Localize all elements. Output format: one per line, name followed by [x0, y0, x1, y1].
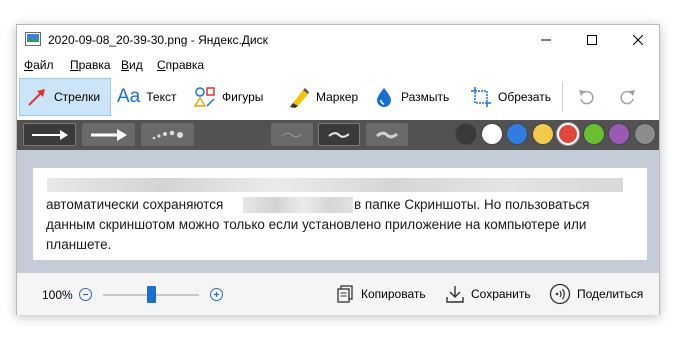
tool-text-label: Текст [146, 90, 177, 104]
share-button[interactable]: Поделиться [549, 283, 643, 305]
bold-arrow-icon [90, 128, 127, 141]
blurred-region [243, 197, 353, 213]
marker-tool-icon [290, 88, 309, 108]
menu-label: правка [165, 58, 205, 72]
toolbar: Стрелки Aa Текст Фигуры Маркер Размыть О… [17, 75, 659, 120]
undo-icon [579, 90, 594, 105]
color-swatch[interactable] [608, 123, 630, 145]
menu-accel: В [121, 58, 130, 72]
color-swatch[interactable] [506, 123, 528, 145]
color-swatch[interactable] [633, 123, 656, 145]
redo-button[interactable] [615, 78, 639, 116]
save-button[interactable]: Сохранить [445, 283, 531, 305]
zoom-level: 100% [42, 288, 73, 302]
copy-icon [337, 285, 353, 303]
blurred-region [47, 178, 623, 192]
color-swatch[interactable] [582, 123, 605, 145]
arrow-style-bold-button[interactable] [82, 123, 135, 146]
save-label: Сохранить [471, 287, 531, 301]
drop-icon [377, 88, 391, 107]
maximize-icon [587, 35, 597, 45]
crop-icon [471, 87, 491, 107]
share-icon [549, 283, 571, 305]
app-window: 2020-09-08_20-39-30.png - Яндекс.Диск Фа… [16, 24, 660, 315]
toolbar-divider [562, 82, 563, 112]
status-bar: 100% Копировать Сохранить Поделиться [17, 273, 659, 315]
color-swatch[interactable] [531, 123, 554, 145]
tool-blur-label: Размыть [401, 90, 450, 104]
zoom-in-button[interactable] [210, 288, 223, 301]
tool-blur-button[interactable]: Размыть [373, 78, 449, 116]
tool-crop-label: Обрезать [498, 90, 551, 104]
menu-label: ид [129, 58, 143, 72]
shapes-tool-icon [194, 87, 215, 107]
arrow-tool-icon [28, 89, 45, 106]
zoom-slider-thumb[interactable] [146, 286, 156, 303]
tool-marker-button[interactable]: Маркер [288, 78, 358, 116]
menu-label: равка [78, 58, 111, 72]
dotted-arrow-icon [152, 130, 183, 139]
screenshot-image: автоматически сохраняются в папке Скринш… [33, 168, 647, 260]
maximize-button[interactable] [569, 25, 615, 55]
wave-thick-icon [376, 131, 398, 138]
minus-icon [83, 293, 88, 296]
wave-thin-icon [281, 132, 303, 137]
wave-medium-icon [328, 131, 350, 138]
thin-arrow-icon [31, 129, 68, 140]
copy-label: Копировать [361, 287, 426, 301]
content-line-1b: в папке Скриншоты. Но пользоваться [354, 197, 590, 212]
undo-button[interactable] [575, 78, 599, 116]
menu-help[interactable]: Справка [157, 58, 204, 72]
content-line-1: автоматически сохраняются [46, 197, 224, 212]
menu-accel: Ф [24, 58, 34, 72]
content-line-3: планшете. [46, 237, 112, 252]
minimize-icon [541, 39, 551, 41]
image-canvas[interactable]: автоматически сохраняются в папке Скринш… [17, 150, 659, 273]
close-button[interactable] [615, 25, 661, 55]
image-file-icon [25, 32, 41, 46]
share-label: Поделиться [577, 287, 644, 301]
menu-view[interactable]: Вид [121, 58, 143, 72]
menu-file[interactable]: Файл [24, 58, 54, 72]
plus-icon [214, 292, 219, 297]
tool-shapes-button[interactable]: Фигуры [194, 78, 263, 116]
redo-icon [620, 90, 635, 105]
line-width-thin-button[interactable] [271, 123, 313, 146]
copy-button[interactable]: Копировать [335, 283, 426, 305]
menu-edit[interactable]: Правка [70, 58, 111, 72]
tool-shapes-label: Фигуры [222, 90, 264, 104]
menu-accel: С [157, 58, 166, 72]
content-line-2: данным скриншотом можно только если уста… [46, 217, 587, 232]
color-swatch[interactable] [480, 123, 503, 145]
tool-arrows-label: Стрелки [54, 90, 101, 104]
download-icon [446, 286, 464, 303]
color-swatch[interactable] [557, 123, 579, 145]
color-swatch[interactable] [455, 123, 477, 145]
tool-arrows-button[interactable]: Стрелки [19, 78, 111, 116]
zoom-out-button[interactable] [79, 288, 92, 301]
menu-label: айл [33, 58, 54, 72]
menu-bar: Файл Правка Вид Справка [17, 56, 659, 74]
text-tool-icon: Aa [117, 86, 141, 107]
menu-accel: П [70, 58, 79, 72]
line-width-thick-button[interactable] [366, 123, 408, 146]
close-icon [633, 35, 643, 45]
minimize-button[interactable] [523, 25, 569, 55]
line-width-medium-button[interactable] [318, 123, 360, 146]
arrow-style-thin-button[interactable] [23, 123, 76, 146]
window-title: 2020-09-08_20-39-30.png - Яндекс.Диск [48, 33, 268, 47]
tool-marker-label: Маркер [316, 90, 359, 104]
tool-text-button[interactable]: Aa Текст [117, 78, 176, 116]
arrow-style-dotted-button[interactable] [141, 123, 194, 146]
title-bar: 2020-09-08_20-39-30.png - Яндекс.Диск [17, 25, 659, 55]
style-toolbar [17, 120, 659, 150]
tool-crop-button[interactable]: Обрезать [470, 78, 551, 116]
